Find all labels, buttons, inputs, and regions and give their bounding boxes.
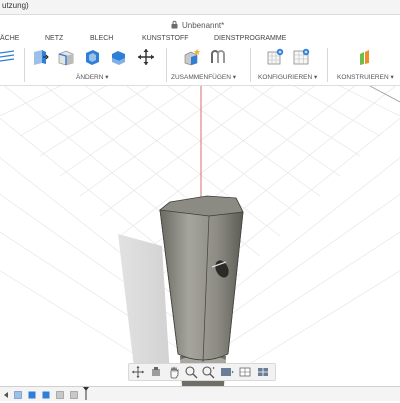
toolbar-tools (0, 48, 400, 74)
offset-plane-icon[interactable] (357, 48, 375, 66)
tab-kunststoff[interactable]: KUNSTSTOFF (142, 35, 189, 42)
group-andern[interactable]: ÄNDERN ▾ (76, 73, 109, 81)
timeline-marker-icon[interactable] (82, 387, 90, 400)
window-title: utzung) (2, 1, 29, 10)
group-konstruieren[interactable]: KONSTRUIEREN ▾ (337, 73, 394, 81)
toolbar-divider (250, 48, 251, 82)
viewports-icon[interactable] (257, 365, 271, 379)
tab-blech[interactable]: BLECH (90, 35, 113, 42)
body-shadow (118, 234, 170, 376)
axis-line (369, 85, 400, 103)
fillet-icon[interactable] (57, 48, 75, 66)
tab-dienstprogramme[interactable]: DIENSTPROGRAMME (214, 35, 286, 42)
document-title: Unbenannt* (182, 20, 225, 30)
toolbar-divider (327, 48, 328, 82)
window-titlebar: utzung) (0, 0, 400, 15)
group-zusammenfugen[interactable]: ZUSAMMENFÜGEN ▾ (171, 73, 236, 81)
viewport-scene (0, 65, 400, 386)
zoom-icon[interactable] (184, 365, 198, 379)
table-icon[interactable] (292, 48, 310, 66)
toolbar-tabs: ÄCHE NETZ BLECH KUNSTSTOFF DIENSTPROGRAM… (0, 35, 400, 47)
toolbar-divider (24, 48, 25, 82)
body-main[interactable] (159, 197, 244, 361)
document-bar: Unbenannt* (0, 15, 400, 35)
document-tab[interactable]: Unbenannt* (170, 18, 224, 32)
navigation-bar (128, 363, 276, 381)
move-arrows-icon[interactable] (137, 48, 155, 66)
timeline-item[interactable] (56, 390, 64, 399)
joint-icon[interactable] (209, 48, 227, 66)
timeline-item[interactable] (42, 390, 50, 399)
press-pull-icon[interactable] (31, 48, 49, 66)
toolbar-groups: ÄNDERN ▾ ZUSAMMENFÜGEN ▾ KONFIGURIEREN ▾… (0, 73, 400, 84)
new-component-icon[interactable] (183, 48, 201, 66)
display-icon[interactable] (220, 365, 234, 379)
timeline-step-back-icon[interactable] (2, 390, 10, 398)
tab-netz[interactable]: NETZ (45, 35, 63, 42)
shell-icon[interactable] (83, 48, 101, 66)
timeline-item[interactable] (28, 390, 36, 399)
group-konfigurieren[interactable]: KONFIGURIEREN ▾ (258, 73, 317, 81)
toolbar-divider (166, 48, 167, 82)
orbit-icon[interactable] (131, 365, 145, 379)
grid-icon[interactable] (239, 365, 253, 379)
viewport-canvas[interactable] (0, 65, 400, 386)
lock-icon (170, 20, 179, 31)
combine-icon[interactable] (110, 48, 128, 66)
timeline-item[interactable] (70, 390, 78, 399)
timeline (0, 386, 400, 401)
parameters-icon[interactable] (266, 48, 284, 66)
pan-icon[interactable] (149, 365, 163, 379)
zoom-window-icon[interactable] (201, 365, 215, 379)
hand-icon[interactable] (167, 365, 181, 379)
tab-flache[interactable]: ÄCHE (0, 35, 19, 42)
lines-icon[interactable] (0, 48, 16, 66)
timeline-item[interactable] (14, 390, 22, 399)
